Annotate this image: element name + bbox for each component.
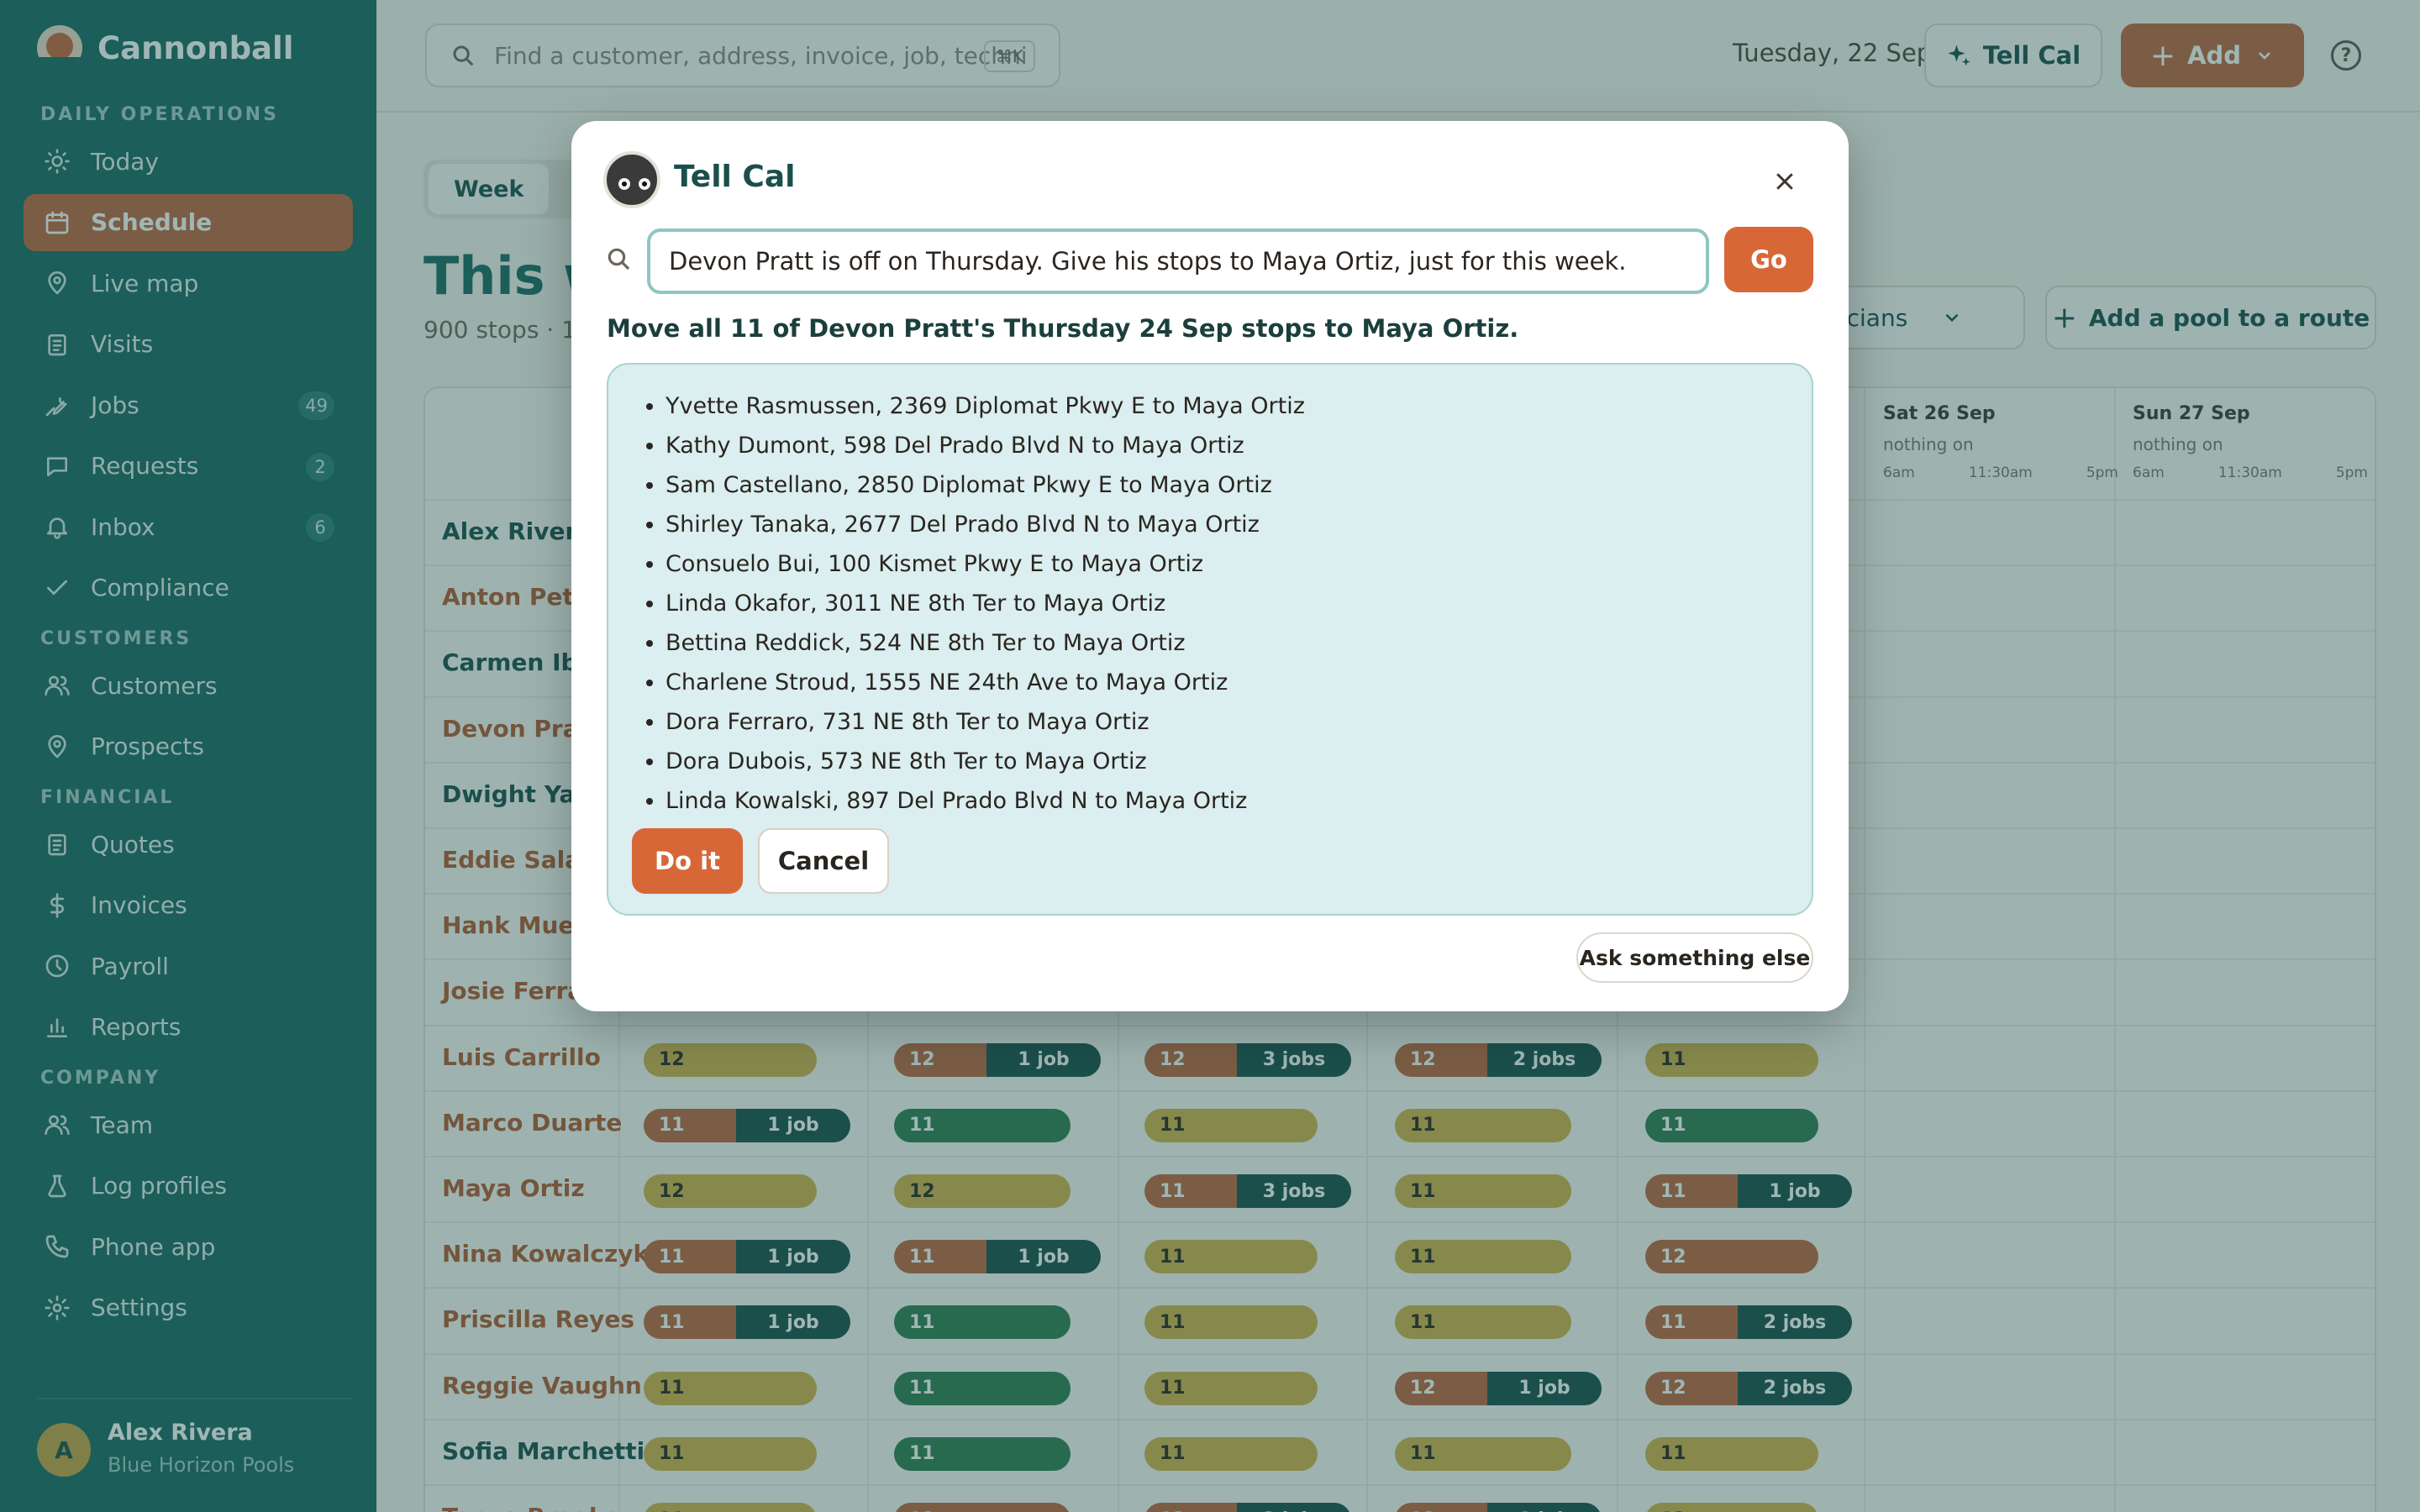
proposal-box: Yvette Rasmussen, 2369 Diplomat Pkwy E t… — [607, 363, 1813, 916]
close-button[interactable] — [1768, 165, 1802, 198]
do-it-button[interactable]: Do it — [632, 828, 743, 894]
proposal-list: Yvette Rasmussen, 2369 Diplomat Pkwy E t… — [666, 386, 1305, 821]
list-item: Dora Ferraro, 731 NE 8th Ter to Maya Ort… — [666, 702, 1305, 742]
proposal-summary: Move all 11 of Devon Pratt's Thursday 24… — [607, 314, 1519, 343]
list-item: Linda Kowalski, 897 Del Prado Blvd N to … — [666, 781, 1305, 821]
list-item: Dora Dubois, 573 NE 8th Ter to Maya Orti… — [666, 742, 1305, 781]
list-item: Sam Castellano, 2850 Diplomat Pkwy E to … — [666, 465, 1305, 505]
tell-cal-dialog: Tell Cal Go Move all 11 of Devon Pratt's… — [571, 121, 1849, 1011]
list-item: Consuelo Bui, 100 Kismet Pkwy E to Maya … — [666, 544, 1305, 584]
close-icon — [1776, 173, 1793, 190]
dialog-title: Tell Cal — [674, 160, 796, 194]
list-item: Charlene Stroud, 1555 NE 24th Ave to May… — [666, 663, 1305, 702]
cancel-button[interactable]: Cancel — [758, 828, 889, 894]
cal-prompt-input[interactable] — [647, 228, 1709, 294]
list-item: Bettina Reddick, 524 NE 8th Ter to Maya … — [666, 623, 1305, 663]
cal-avatar-icon — [603, 151, 660, 208]
go-button[interactable]: Go — [1724, 227, 1813, 292]
ask-something-else-button[interactable]: Ask something else — [1576, 932, 1813, 983]
list-item: Linda Okafor, 3011 NE 8th Ter to Maya Or… — [666, 584, 1305, 623]
list-item: Shirley Tanaka, 2677 Del Prado Blvd N to… — [666, 505, 1305, 544]
list-item: Yvette Rasmussen, 2369 Diplomat Pkwy E t… — [666, 386, 1305, 426]
list-item: Kathy Dumont, 598 Del Prado Blvd N to Ma… — [666, 426, 1305, 465]
search-icon — [608, 248, 630, 270]
